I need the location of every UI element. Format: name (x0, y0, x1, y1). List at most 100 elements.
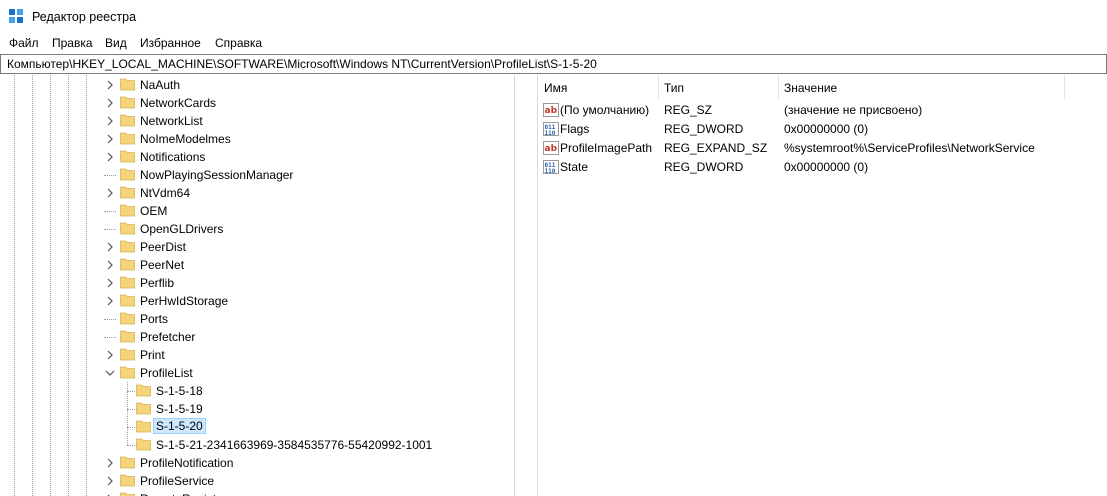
tree-item[interactable]: ProfileNotification (0, 454, 514, 472)
values-list[interactable]: Имя Тип Значение ab (По умолчанию) REG_SZ(… (538, 75, 1107, 496)
chevron-right-icon[interactable] (105, 114, 115, 128)
title-bar[interactable]: Редактор реестра (0, 0, 1107, 33)
column-header-name[interactable]: Имя (538, 75, 658, 99)
chevron-right-icon[interactable] (105, 78, 115, 92)
value-row[interactable]: 011 110 Flags REG_DWORD 0x00000000 (0) (538, 120, 1107, 138)
folder-icon (120, 132, 135, 145)
binary-value-icon: 011110 (543, 122, 559, 137)
value-type: REG_DWORD (664, 160, 744, 174)
tree-item[interactable]: OpenGLDrivers (0, 220, 514, 238)
tree-item-label: S-1-5-19 (156, 402, 203, 416)
string-value-icon: ab (543, 141, 559, 155)
tree-connector (104, 337, 116, 338)
column-separator[interactable] (1064, 75, 1065, 99)
menu-edit[interactable]: Правка (52, 36, 93, 50)
tree-item[interactable]: NtVdm64 (0, 184, 514, 202)
svg-text:110: 110 (545, 130, 556, 137)
folder-icon (120, 96, 135, 109)
value-row[interactable]: 011 110 State REG_DWORD 0x00000000 (0) (538, 158, 1107, 176)
folder-icon (120, 492, 135, 496)
tree-connector (104, 319, 116, 320)
chevron-right-icon[interactable] (105, 348, 115, 362)
tree-item[interactable]: PeerDist (0, 238, 514, 256)
tree-item-label: Perflib (140, 276, 175, 290)
tree-item[interactable]: NowPlayingSessionManager (0, 166, 514, 184)
value-row[interactable]: ab (По умолчанию) REG_SZ (значение не присв… (538, 101, 1107, 119)
tree-item[interactable]: Perflib (0, 274, 514, 292)
address-bar[interactable]: Компьютер\HKEY_LOCAL_MACHINE\SOFTWARE\Mi… (0, 54, 1107, 74)
chevron-right-icon[interactable] (105, 186, 115, 200)
tree-connector (127, 409, 135, 410)
tree-item[interactable]: NetworkList (0, 112, 514, 130)
tree-item[interactable]: Notifications (0, 148, 514, 166)
tree-item[interactable]: PerHwIdStorage (0, 292, 514, 310)
tree-item[interactable]: Prefetcher (0, 328, 514, 346)
menu-favorites[interactable]: Избранное (140, 36, 201, 50)
folder-icon (136, 438, 151, 451)
chevron-right-icon[interactable] (105, 276, 115, 290)
window-title: Редактор реестра (32, 10, 137, 24)
menu-file[interactable]: Файл (9, 36, 39, 50)
pane-splitter[interactable] (515, 75, 538, 496)
menu-view[interactable]: Вид (105, 36, 127, 50)
chevron-right-icon[interactable] (105, 258, 115, 272)
column-header-type[interactable]: Тип (659, 75, 778, 99)
tree-item-label: NaAuth (140, 78, 181, 92)
chevron-right-icon[interactable] (105, 132, 115, 146)
folder-icon (120, 330, 135, 343)
tree-item[interactable]: S-1-5-19 (0, 400, 514, 418)
chevron-right-icon[interactable] (105, 96, 115, 110)
value-type: REG_EXPAND_SZ (664, 141, 768, 155)
value-name: (По умолчанию) (560, 103, 650, 117)
folder-icon (120, 258, 135, 271)
folder-icon (120, 78, 135, 91)
tree-item[interactable]: RemoteRegistry (0, 490, 514, 496)
value-data: (значение не присвоено) (784, 103, 923, 117)
column-header-data[interactable]: Значение (779, 75, 1064, 99)
folder-icon (120, 276, 135, 289)
value-name: ProfileImagePath (560, 141, 653, 155)
tree-item-label: Notifications (140, 150, 206, 164)
folder-icon (120, 366, 135, 379)
value-data: 0x00000000 (0) (784, 160, 869, 174)
tree-item-label: OpenGLDrivers (140, 222, 224, 236)
tree-item[interactable]: PeerNet (0, 256, 514, 274)
tree-item[interactable]: S-1-5-21-2341663969-3584535776-55420992-… (0, 436, 514, 454)
menu-help[interactable]: Справка (215, 36, 262, 50)
chevron-right-icon[interactable] (105, 150, 115, 164)
tree-item-label: ProfileNotification (140, 456, 234, 470)
tree-item[interactable]: NoImeModelmes (0, 130, 514, 148)
tree-item[interactable]: NetworkCards (0, 94, 514, 112)
folder-icon (136, 420, 151, 433)
chevron-right-icon[interactable] (105, 456, 115, 470)
chevron-right-icon[interactable] (105, 240, 115, 254)
tree-item[interactable]: OEM (0, 202, 514, 220)
tree-item[interactable]: ProfileList (0, 364, 514, 382)
chevron-right-icon[interactable] (105, 294, 115, 308)
tree-item-label: Ports (140, 312, 169, 326)
tree-item-label: RemoteRegistry (140, 492, 226, 496)
chevron-right-icon[interactable] (105, 474, 115, 488)
tree-item[interactable]: NaAuth (0, 76, 514, 94)
tree-item[interactable]: Ports (0, 310, 514, 328)
value-type: REG_DWORD (664, 122, 744, 136)
value-row[interactable]: ab ProfileImagePath REG_EXPAND_SZ %systemro… (538, 139, 1107, 157)
tree-connector (127, 427, 135, 428)
value-name: State (560, 160, 589, 174)
tree-item-label: OEM (140, 204, 168, 218)
folder-icon (120, 312, 135, 325)
menu-bar: Файл Правка Вид Избранное Справка (0, 33, 1107, 53)
tree-item-label: NowPlayingSessionManager (140, 168, 294, 182)
column-name-label: Имя (544, 81, 568, 95)
tree-item[interactable]: S-1-5-18 (0, 382, 514, 400)
tree-item[interactable]: ProfileService (0, 472, 514, 490)
tree-connector (104, 229, 116, 230)
folder-icon (120, 222, 135, 235)
key-tree[interactable]: NaAuth NetworkCards NetworkList NoImeModelm… (0, 75, 515, 496)
address-path: Компьютер\HKEY_LOCAL_MACHINE\SOFTWARE\Mi… (7, 57, 597, 71)
chevron-right-icon[interactable] (105, 492, 115, 496)
folder-icon (120, 186, 135, 199)
chevron-down-icon[interactable] (105, 366, 115, 380)
tree-item[interactable]: Print (0, 346, 514, 364)
tree-item[interactable]: S-1-5-20 (0, 418, 514, 436)
